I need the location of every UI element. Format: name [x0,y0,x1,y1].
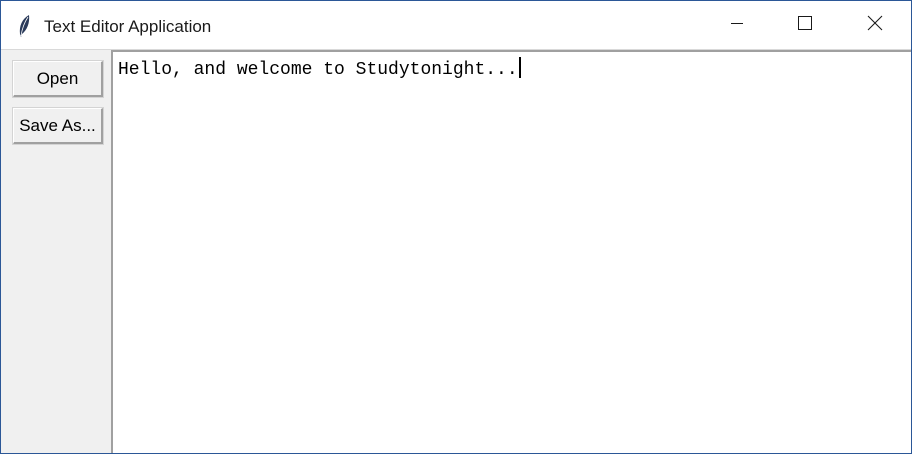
maximize-icon [798,15,812,35]
close-button[interactable] [852,1,898,49]
maximize-button[interactable] [782,1,828,49]
button-panel: Open Save As... [1,50,111,453]
window-title: Text Editor Application [44,17,212,36]
close-icon [867,15,883,36]
save-as-button[interactable]: Save As... [12,107,104,145]
text-content: Hello, and welcome to Studytonight... [118,60,518,80]
title-bar[interactable]: Text Editor Application [1,1,911,50]
open-button[interactable]: Open [12,60,104,98]
text-area-frame: Hello, and welcome to Studytonight... [111,50,911,453]
minimize-button[interactable] [714,1,760,49]
app-window: Text Editor Application Open Save As... … [0,0,912,454]
text-cursor [518,57,521,78]
text-area[interactable]: Hello, and welcome to Studytonight... [113,52,911,453]
feather-icon [17,14,33,38]
minimize-icon [731,16,743,34]
